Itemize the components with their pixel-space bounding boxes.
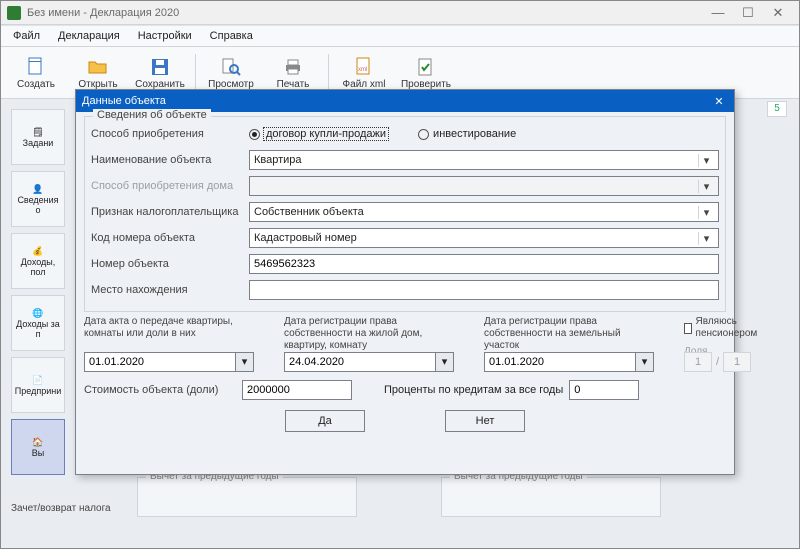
maximize-button[interactable]: ☐ [733,3,763,23]
nav-deductions[interactable]: 🏠Вы [11,419,65,475]
menu-declaration[interactable]: Декларация [50,28,128,44]
date-reg-house-picker[interactable]: ▾ [284,352,454,372]
combo-house-method: ▾ [249,176,719,196]
app-logo-icon [7,6,21,20]
input-location[interactable] [249,280,719,300]
combo-taxpayer-attr[interactable]: Собственник объекта▾ [249,202,719,222]
date-reg-land-picker[interactable]: ▾ [484,352,654,372]
nav-personal[interactable]: 👤Сведения о [11,171,65,227]
button-yes[interactable]: Да [285,410,365,432]
combo-code-type[interactable]: Кадастровый номер▾ [249,228,719,248]
xml-file-icon: xml [353,56,375,78]
object-data-dialog: Данные объекта ✕ Сведения об объекте Спо… [75,89,735,475]
menu-help[interactable]: Справка [202,28,261,44]
chevron-down-icon: ▾ [698,180,714,193]
label-cost: Стоимость объекта (доли) [84,384,236,396]
dialog-buttons: Да Нет [76,410,734,432]
label-date-act: Дата акта о передаче квартиры, комнаты и… [84,316,254,352]
menubar: Файл Декларация Настройки Справка [1,25,799,47]
checkbox-icon [684,323,692,334]
chevron-down-icon: ▾ [698,206,714,219]
label-date-reg-land: Дата регистрации права собственности на … [484,316,654,352]
checkbox-pensioner[interactable]: Являюсь пенсионером [684,316,761,340]
share-denominator [723,352,751,372]
nav-income-abroad[interactable]: 🌐Доходы за п [11,295,65,351]
share-fraction: / [684,352,761,372]
label-location: Место нахождения [91,284,243,296]
print-icon [282,56,304,78]
radio-dot-icon [418,129,429,140]
dialog-title: Данные объекта [82,95,710,107]
chevron-down-icon[interactable]: ▾ [436,352,454,372]
label-house-method: Способ приобретения дома [91,180,243,192]
radio-dot-icon [249,129,260,140]
chevron-down-icon[interactable]: ▾ [636,352,654,372]
nav-income-rf[interactable]: 💰Доходы, пол [11,233,65,289]
open-folder-icon [87,56,109,78]
label-code-type: Код номера объекта [91,232,243,244]
bottom-tab-label: Зачет/возврат налога [11,503,111,514]
cost-row: Стоимость объекта (доли) Проценты по кре… [84,378,726,402]
nav-tasks[interactable]: 🗒Задани [11,109,65,165]
dialog-close-button[interactable]: ✕ [710,95,728,108]
object-info-group: Сведения об объекте Способ приобретения … [84,116,726,312]
label-acquisition-method: Способ приобретения [91,128,243,140]
dates-row: Дата акта о передаче квартиры, комнаты и… [84,316,726,372]
label-object-number: Номер объекта [91,258,243,270]
prev-years-deduction-group-1: Вычет за предыдущие годы [137,477,357,517]
chevron-down-icon: ▾ [698,154,714,167]
chevron-down-icon[interactable]: ▾ [236,352,254,372]
share-numerator [684,352,712,372]
chevron-down-icon: ▾ [698,232,714,245]
radio-investment[interactable]: инвестирование [418,128,516,140]
prev-years-deduction-group-2: Вычет за предыдущие годы [441,477,661,517]
left-nav: 🗒Задани 👤Сведения о 💰Доходы, пол 🌐Доходы… [11,109,71,481]
date-act-picker[interactable]: ▾ [84,352,254,372]
save-icon [149,56,171,78]
preview-icon [220,56,242,78]
combo-object-name[interactable]: Квартира▾ [249,150,719,170]
tool-create[interactable]: Создать [7,50,65,96]
menu-settings[interactable]: Настройки [130,28,200,44]
label-taxpayer-attr: Признак налогоплательщика [91,206,243,218]
app-window: Без имени - Декларация 2020 ― ☐ ✕ Файл Д… [0,0,800,549]
label-date-reg-house: Дата регистрации права собственности на … [284,316,454,352]
input-interest[interactable] [569,380,639,400]
window-title: Без имени - Декларация 2020 [27,7,703,19]
svg-text:xml: xml [358,67,367,73]
nav-entrepreneur[interactable]: 📄Предприни [11,357,65,413]
new-file-icon [25,56,47,78]
input-cost[interactable] [242,380,352,400]
page-count-badge: 5 [767,101,787,117]
label-object-name: Наименование объекта [91,154,243,166]
button-no[interactable]: Нет [445,410,525,432]
titlebar: Без имени - Декларация 2020 ― ☐ ✕ [1,1,799,25]
group-label: Сведения об объекте [93,109,211,121]
input-object-number[interactable] [249,254,719,274]
toolbar-separator [328,54,329,92]
label-interest: Проценты по кредитам за все годы [384,384,563,396]
menu-file[interactable]: Файл [5,28,48,44]
radio-contract[interactable]: договор купли-продажи [249,128,388,140]
minimize-button[interactable]: ― [703,3,733,23]
toolbar-separator [195,54,196,92]
close-button[interactable]: ✕ [763,3,793,23]
check-icon [415,56,437,78]
